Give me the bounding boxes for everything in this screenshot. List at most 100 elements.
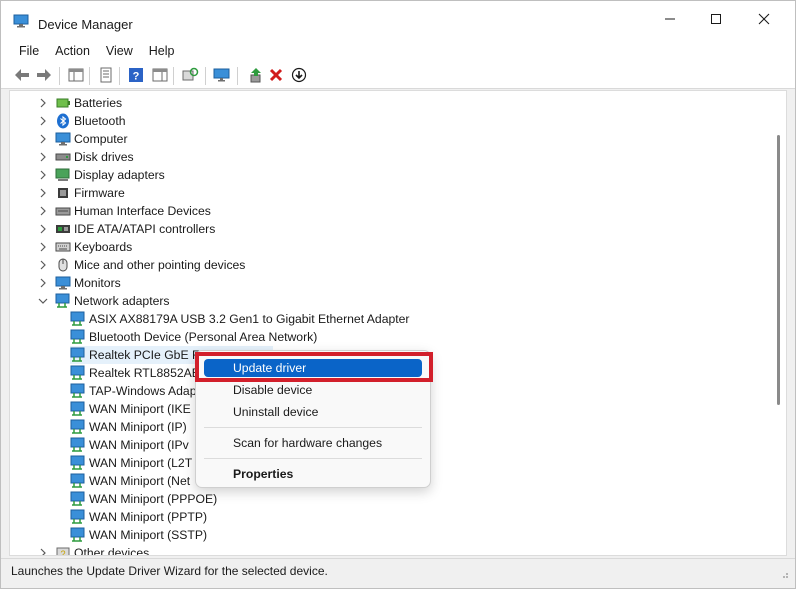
toolbar-separator — [173, 67, 174, 85]
chevron-right-icon[interactable] — [36, 258, 50, 272]
update-driver-toolbar-button[interactable] — [247, 67, 265, 85]
tree-node-label: WAN Miniport (PPPOE) — [89, 492, 218, 506]
network-adapter-icon — [70, 401, 86, 417]
forward-button[interactable] — [35, 67, 53, 85]
action-pane-icon — [152, 67, 168, 86]
back-icon — [14, 68, 30, 85]
chevron-right-icon[interactable] — [36, 168, 50, 182]
tree-node-mice[interactable]: Mice and other pointing devices — [36, 256, 245, 274]
tree-node-computer[interactable]: Computer — [36, 130, 128, 148]
chevron-right-icon[interactable] — [36, 240, 50, 254]
tree-node-firmware[interactable]: Firmware — [36, 184, 125, 202]
menu-view[interactable]: View — [98, 44, 141, 58]
tree-child-asix-adapter[interactable]: ASIX AX88179A USB 3.2 Gen1 to Gigabit Et… — [70, 310, 409, 328]
help-button[interactable]: ? — [127, 67, 145, 85]
tree-node-monitors[interactable]: Monitors — [36, 274, 121, 292]
chevron-right-icon[interactable] — [36, 546, 50, 555]
tree-child-wan-ipv6[interactable]: WAN Miniport (IPv — [70, 436, 189, 454]
uninstall-icon — [269, 68, 283, 85]
firmware-icon — [55, 185, 71, 201]
tree-child-wan-l2tp[interactable]: WAN Miniport (L2T — [70, 454, 192, 472]
unknown-device-icon: ? — [55, 545, 71, 556]
tree-node-label: IDE ATA/ATAPI controllers — [74, 222, 216, 236]
scan-hardware-button[interactable] — [181, 67, 199, 85]
uninstall-toolbar-button[interactable] — [267, 67, 285, 85]
toolbar-separator — [237, 67, 238, 85]
tree-child-wan-network-monitor[interactable]: WAN Miniport (Net — [70, 472, 190, 490]
network-adapter-icon — [70, 491, 86, 507]
scrollbar-thumb[interactable] — [777, 135, 780, 405]
tree-node-label: Mice and other pointing devices — [74, 258, 246, 272]
tree-node-label: Bluetooth — [74, 114, 126, 128]
network-adapter-icon — [55, 293, 71, 309]
chevron-right-icon[interactable] — [36, 204, 50, 218]
tree-node-label: ASIX AX88179A USB 3.2 Gen1 to Gigabit Et… — [89, 312, 410, 326]
forward-icon — [36, 68, 52, 85]
toolbar-separator — [119, 67, 120, 85]
maximize-button[interactable] — [693, 1, 739, 39]
chevron-right-icon[interactable] — [36, 222, 50, 236]
console-tree-button[interactable] — [67, 67, 85, 85]
chevron-right-icon[interactable] — [36, 186, 50, 200]
resize-grip-icon[interactable] — [779, 568, 789, 578]
context-menu-properties[interactable]: Properties — [204, 465, 422, 483]
tree-child-wan-pppoe[interactable]: WAN Miniport (PPPOE) — [70, 490, 217, 508]
keyboard-icon — [55, 239, 71, 255]
network-adapter-icon — [70, 473, 86, 489]
tree-child-tap-windows[interactable]: TAP-Windows Adap — [70, 382, 196, 400]
menu-file[interactable]: File — [11, 44, 47, 58]
title-bar: Device Manager — [1, 1, 795, 39]
action-pane-button[interactable] — [151, 67, 169, 85]
close-icon — [758, 13, 770, 28]
context-menu-scan-hardware[interactable]: Scan for hardware changes — [204, 434, 422, 452]
show-hide-console-tree-icon — [68, 67, 84, 86]
tree-node-other-devices[interactable]: ? Other devices — [36, 544, 149, 556]
tree-node-label: Firmware — [74, 186, 125, 200]
maximize-icon — [710, 13, 722, 28]
close-button[interactable] — [741, 1, 787, 39]
toolbar-separator — [205, 67, 206, 85]
tree-child-wan-pptp[interactable]: WAN Miniport (PPTP) — [70, 508, 207, 526]
menu-bar: File Action View Help — [1, 39, 795, 63]
tree-child-wan-ip[interactable]: WAN Miniport (IP) — [70, 418, 187, 436]
status-text: Launches the Update Driver Wizard for th… — [11, 563, 328, 578]
tree-node-human-interface-devices[interactable]: Human Interface Devices — [36, 202, 211, 220]
back-button[interactable] — [13, 67, 31, 85]
menu-help[interactable]: Help — [141, 44, 183, 58]
tree-child-wan-sstp[interactable]: WAN Miniport (SSTP) — [70, 526, 207, 544]
device-manager-app-icon — [13, 14, 29, 28]
chevron-down-icon[interactable] — [36, 294, 50, 308]
display-adapter-icon — [55, 167, 71, 183]
enable-device-toolbar-button[interactable] — [290, 67, 308, 85]
tree-node-label: TAP-Windows Adap — [89, 384, 197, 398]
vertical-scrollbar[interactable] — [775, 95, 783, 551]
tree-node-bluetooth[interactable]: Bluetooth — [36, 112, 126, 130]
tree-child-realtek-wifi[interactable]: Realtek RTL8852AE W — [70, 364, 215, 382]
tree-node-batteries[interactable]: Batteries — [36, 94, 122, 112]
tree-node-display-adapters[interactable]: Display adapters — [36, 166, 165, 184]
computer-icon — [55, 131, 71, 147]
tree-node-network-adapters[interactable]: Network adapters — [36, 292, 170, 310]
monitor-icon — [213, 67, 231, 86]
monitor-button[interactable] — [213, 67, 231, 85]
tree-node-disk-drives[interactable]: Disk drives — [36, 148, 134, 166]
network-adapter-icon — [70, 329, 86, 345]
chevron-right-icon[interactable] — [36, 96, 50, 110]
chevron-right-icon[interactable] — [36, 132, 50, 146]
minimize-icon — [664, 13, 676, 28]
chevron-right-icon[interactable] — [36, 114, 50, 128]
chevron-right-icon[interactable] — [36, 276, 50, 290]
tree-child-bluetooth-pan[interactable]: Bluetooth Device (Personal Area Network) — [70, 328, 317, 346]
menu-action[interactable]: Action — [47, 44, 98, 58]
chevron-right-icon[interactable] — [36, 150, 50, 164]
context-menu-disable-device[interactable]: Disable device — [204, 381, 422, 399]
network-adapter-icon — [70, 365, 86, 381]
tree-node-keyboards[interactable]: Keyboards — [36, 238, 132, 256]
tree-node-ide-ata-atapi-controllers[interactable]: IDE ATA/ATAPI controllers — [36, 220, 215, 238]
device-manager-window: Device Manager File Action View Help ? B… — [0, 0, 796, 589]
svg-text:?: ? — [60, 549, 65, 556]
minimize-button[interactable] — [647, 1, 693, 39]
properties-button[interactable] — [97, 67, 115, 85]
tree-child-wan-ikev2[interactable]: WAN Miniport (IKE — [70, 400, 191, 418]
context-menu-uninstall-device[interactable]: Uninstall device — [204, 403, 422, 421]
